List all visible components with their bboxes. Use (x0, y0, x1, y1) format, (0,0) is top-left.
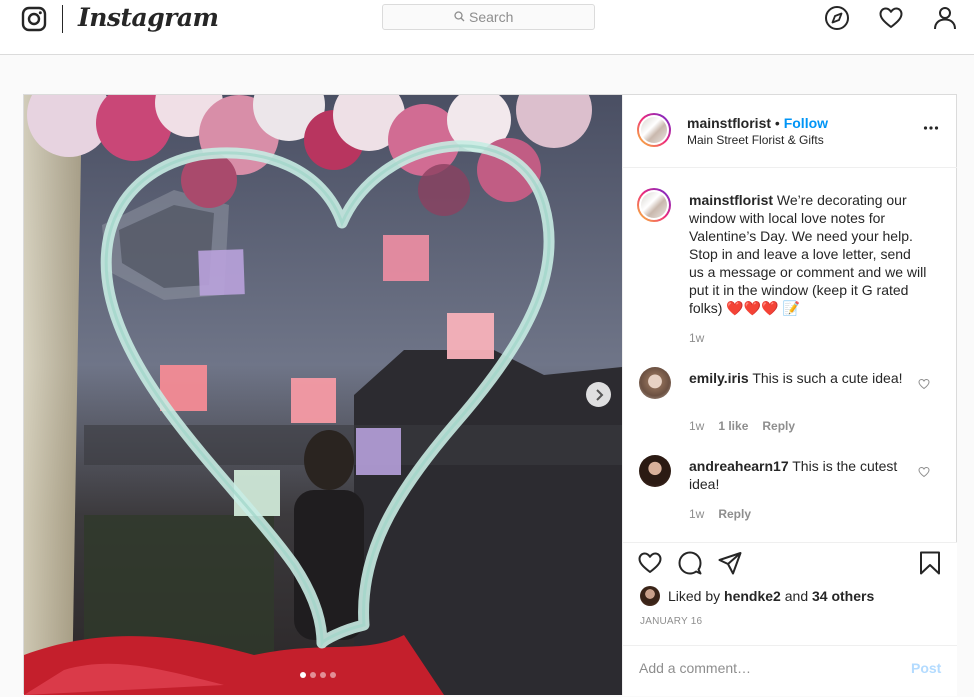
add-comment-input[interactable] (639, 660, 889, 676)
nav-divider (62, 5, 63, 33)
instagram-wordmark[interactable]: Instagram (78, 3, 219, 32)
author-avatar[interactable] (637, 113, 671, 147)
search-input[interactable] (469, 8, 589, 26)
top-nav: Instagram (0, 0, 974, 55)
share-paper-plane-icon[interactable] (717, 550, 743, 576)
comment-like-heart-icon[interactable] (918, 466, 930, 478)
author-username[interactable]: mainstflorist (687, 115, 771, 131)
profile-person-icon[interactable] (932, 5, 958, 31)
window-photo-illustration (24, 95, 622, 695)
chevron-right-icon (595, 388, 603, 401)
explore-compass-icon[interactable] (824, 5, 850, 31)
more-options-icon[interactable] (923, 125, 939, 131)
liked-by-user[interactable]: hendke2 (724, 588, 781, 604)
search-box[interactable] (382, 4, 595, 30)
post-side-panel: mainstflorist • Follow Main Street Flori… (622, 95, 957, 696)
comment-meta: 1w Reply (689, 507, 765, 521)
carousel-dot (310, 672, 316, 678)
caption-text: We’re decorating our window with local l… (689, 192, 927, 316)
commenter-avatar[interactable] (639, 367, 671, 399)
carousel-dots (300, 672, 336, 678)
liker-avatar[interactable] (640, 586, 660, 606)
instagram-glyph-icon[interactable] (21, 6, 47, 32)
comment-item: andreahearn17 This is the cutest idea! (689, 457, 927, 493)
follow-button[interactable]: Follow (784, 115, 828, 131)
location-link[interactable]: Main Street Florist & Gifts (687, 133, 824, 147)
add-comment-bar: Post (623, 645, 957, 697)
author-line: mainstflorist • Follow (687, 115, 828, 131)
carousel-dot (330, 672, 336, 678)
post-caption: mainstflorist We’re decorating our windo… (689, 191, 927, 317)
post-card: mainstflorist • Follow Main Street Flori… (23, 94, 957, 696)
comment-reply-button[interactable]: Reply (762, 419, 795, 433)
save-bookmark-icon[interactable] (917, 550, 943, 576)
post-date[interactable]: JANUARY 16 (640, 616, 702, 627)
comment-text: This is such a cute idea! (752, 370, 903, 386)
post-header: mainstflorist • Follow Main Street Flori… (623, 95, 957, 168)
separator-dot: • (774, 115, 780, 131)
post-actions: Liked by hendke2 and 34 others JANUARY 1… (623, 542, 957, 696)
search-icon (454, 11, 465, 22)
activity-heart-icon[interactable] (878, 5, 904, 31)
comment-meta: 1w 1 like Reply (689, 419, 809, 433)
liked-by-prefix: Liked by (668, 588, 721, 604)
comment-time: 1w (689, 507, 705, 521)
carousel-dot-active (300, 672, 306, 678)
caption-username[interactable]: mainstflorist (689, 192, 773, 208)
commenter-avatar[interactable] (639, 455, 671, 487)
caption-avatar[interactable] (637, 188, 671, 222)
comment-username[interactable]: andreahearn17 (689, 458, 789, 474)
liked-by-and: and (784, 588, 809, 604)
like-heart-icon[interactable] (637, 550, 663, 576)
carousel-dot (320, 672, 326, 678)
comment-bubble-icon[interactable] (677, 550, 703, 576)
caption-time: 1w (689, 331, 705, 345)
comment-reply-button[interactable]: Reply (718, 507, 751, 521)
carousel-next-button[interactable] (586, 382, 611, 407)
liked-by-others[interactable]: 34 others (812, 588, 874, 604)
liked-by-line: Liked by hendke2 and 34 others (640, 586, 874, 606)
comment-like-heart-icon[interactable] (918, 378, 930, 390)
post-comment-button[interactable]: Post (911, 660, 941, 676)
comment-time: 1w (689, 419, 705, 433)
comment-likes-count[interactable]: 1 like (718, 419, 748, 433)
comment-item: emily.iris This is such a cute idea! (689, 369, 927, 387)
post-photo[interactable] (24, 95, 622, 695)
comment-username[interactable]: emily.iris (689, 370, 749, 386)
